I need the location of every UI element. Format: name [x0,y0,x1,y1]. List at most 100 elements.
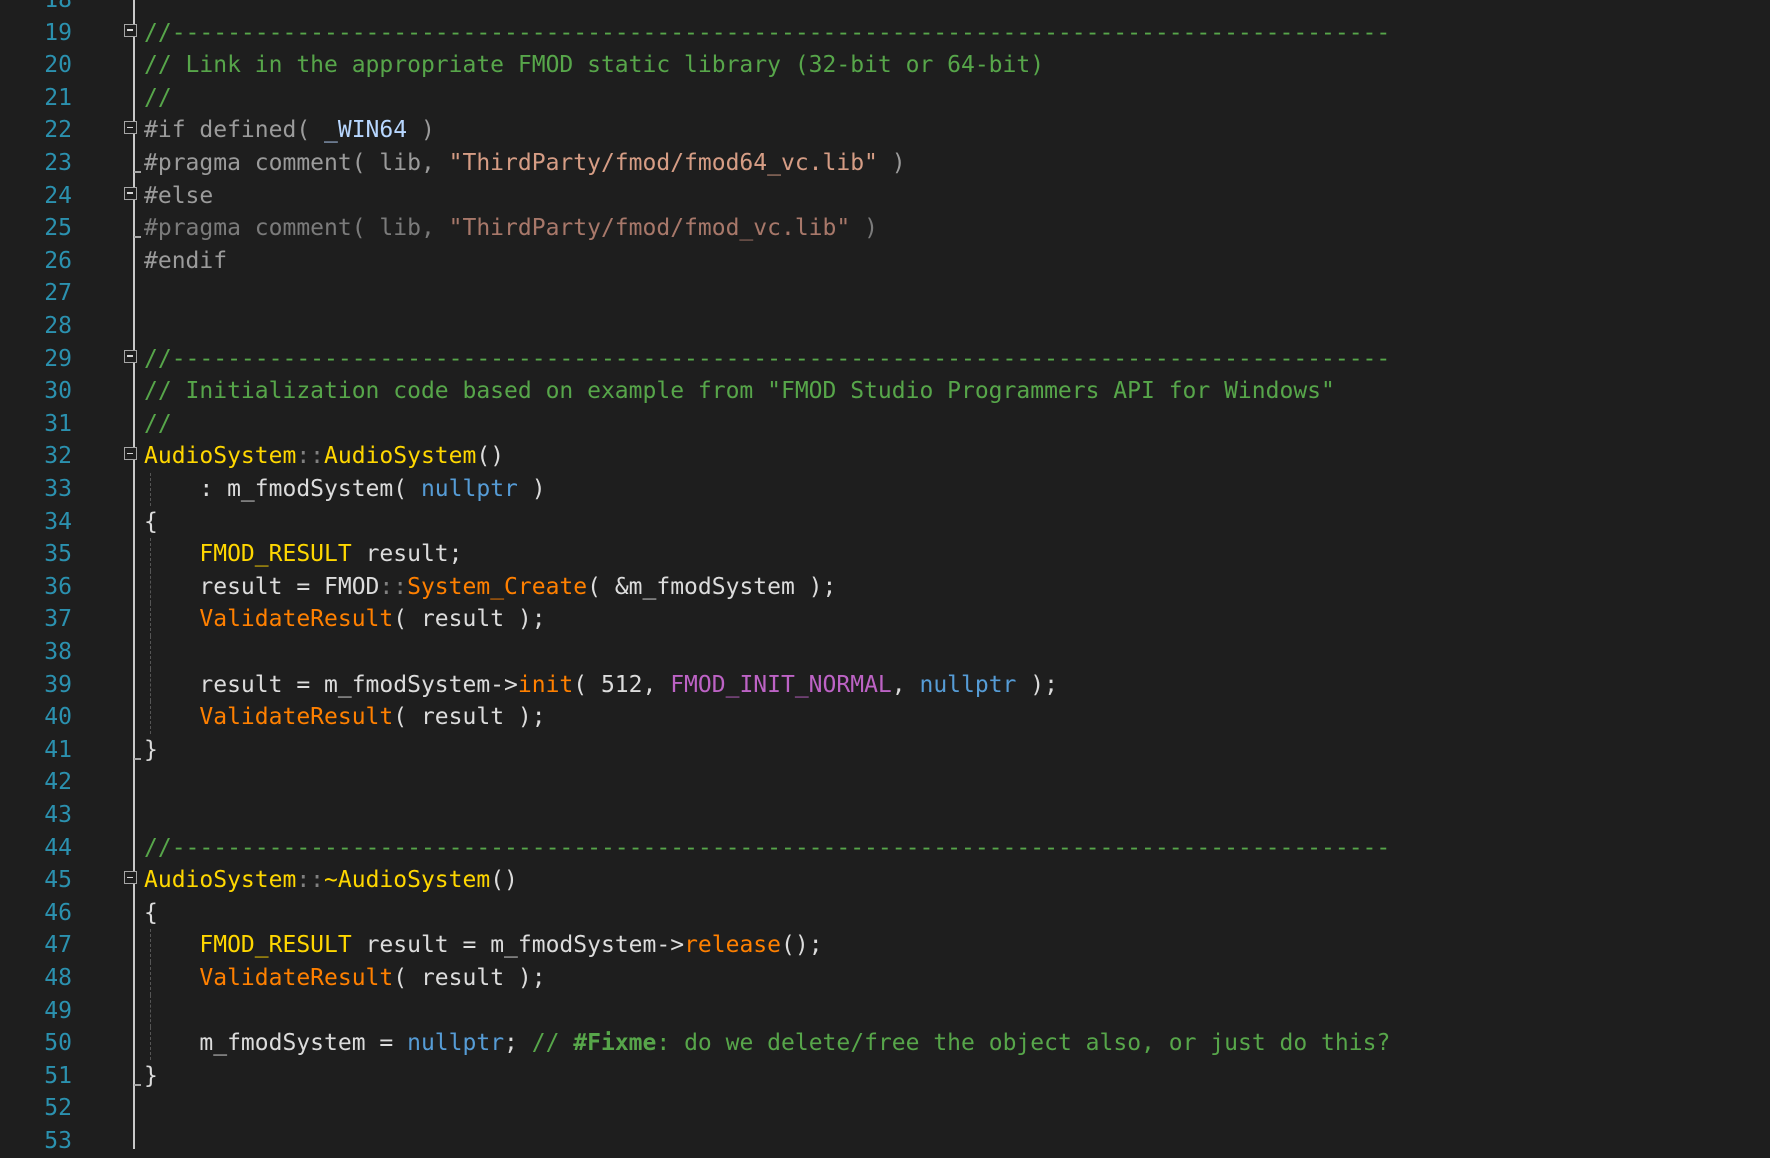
code-text[interactable]: #if defined( _WIN64 ) [144,114,435,147]
code-text[interactable]: // Link in the appropriate FMOD static l… [144,49,1044,82]
collapse-toggle-icon[interactable] [124,447,137,461]
code-line[interactable]: 28 [0,310,1770,343]
line-number: 30 [44,378,72,405]
code-text[interactable]: ValidateResult( result ); [144,701,545,734]
indent-guide [150,994,151,1028]
code-token: } [144,1062,158,1089]
code-text[interactable]: // Initialization code based on example … [144,375,1335,408]
code-text[interactable]: AudioSystem::~AudioSystem() [144,864,518,897]
code-text[interactable]: #else [144,180,213,213]
code-text[interactable]: #pragma comment( lib, "ThirdParty/fmod/f… [144,147,906,180]
code-text[interactable]: } [144,734,158,767]
line-number: 34 [44,508,72,535]
code-text[interactable]: ValidateResult( result ); [144,962,545,995]
code-line[interactable]: 36 result = FMOD::System_Create( &m_fmod… [0,570,1770,604]
code-line[interactable]: 44 //------------------------------------… [0,832,1770,865]
line-number: 29 [44,345,72,372]
code-line[interactable]: 27 [0,277,1770,310]
code-text[interactable]: #endif [144,245,227,278]
code-token: //--------------------------------------… [144,834,1391,861]
code-token: :: [296,443,325,470]
code-line[interactable]: 25 #pragma comment( lib, "ThirdParty/fmod… [0,212,1770,245]
code-token: ) [407,117,435,144]
collapse-toggle-icon[interactable] [124,349,137,363]
code-token: ) [517,476,546,502]
code-text[interactable]: //--------------------------------------… [144,832,1390,865]
code-line[interactable]: 32 AudioSystem::AudioSystem() [0,440,1770,473]
code-text[interactable]: // [144,82,172,115]
code-line[interactable]: 29 //------------------------------------… [0,343,1770,376]
code-text[interactable]: m_fmodSystem = nullptr; // #Fixme: do we… [144,1027,1390,1060]
collapse-toggle-icon[interactable] [124,871,137,885]
code-line[interactable]: 18 [0,0,1770,17]
code-line[interactable]: 35 FMOD_RESULT result; [0,538,1770,571]
line-number: 50 [44,1030,72,1057]
code-token: result = m_fmodSystem-> [351,932,685,959]
collapse-toggle-icon[interactable] [124,23,137,37]
code-line[interactable]: 31 // [0,408,1770,441]
code-token: init [517,671,574,698]
code-line[interactable]: 50 m_fmodSystem = nullptr; // #Fixme: do… [0,1027,1770,1060]
code-text[interactable]: // [144,408,172,441]
code-token: ValidateResult [199,965,394,991]
code-token: #if defined( [144,117,325,144]
code-text[interactable]: } [144,1060,158,1093]
code-line[interactable]: 23 #pragma comment( lib, "ThirdParty/fmod… [0,147,1770,180]
code-token: "ThirdParty/fmod/fmod_vc.lib" [448,215,851,242]
code-line[interactable]: 22 #if defined( _WIN64 ) [0,114,1770,147]
code-line[interactable]: 41} [0,734,1770,767]
code-text[interactable]: ValidateResult( result ); [144,603,545,636]
code-line[interactable]: 34 { [0,506,1770,539]
code-line[interactable]: 33 : m_fmodSystem( nullptr ) [0,473,1770,506]
code-token: nullptr [407,1030,505,1057]
code-line[interactable]: 39 result = m_fmodSystem->init( 512, FMO… [0,668,1770,702]
code-text[interactable]: //--------------------------------------… [144,17,1390,50]
code-token: : do we delete/free the object also, or … [656,1030,1391,1057]
code-token: "ThirdParty/fmod/fmod64_vc.lib" [448,150,878,176]
line-number: 27 [44,280,72,307]
line-number: 39 [44,671,72,698]
code-line[interactable]: 43 [0,799,1770,832]
code-token: () [476,443,505,470]
code-line[interactable]: 20 // Link in the appropriate FMOD static… [0,49,1770,82]
line-number: 20 [44,52,72,79]
code-text[interactable]: result = m_fmodSystem->init( 512, FMOD_I… [144,669,1058,702]
code-text[interactable]: FMOD_RESULT result = m_fmodSystem->relea… [144,929,822,962]
code-text[interactable]: result = FMOD::System_Create( &m_fmodSys… [144,571,836,604]
code-line[interactable]: 37 ValidateResult( result ); [0,603,1770,636]
code-line[interactable]: 48 ValidateResult( result ); [0,962,1770,995]
code-text[interactable]: FMOD_RESULT result; [144,538,462,571]
line-number: 23 [44,150,72,176]
collapse-toggle-icon[interactable] [124,121,137,135]
code-editor[interactable]: 18 19 //----------------------------------… [0,0,1770,1154]
line-number: 21 [44,84,72,111]
code-line[interactable]: 51} [0,1060,1770,1093]
code-line[interactable]: 47 FMOD_RESULT result = m_fmodSystem->re… [0,929,1770,962]
code-line[interactable]: 30 // Initialization code based on exampl… [0,375,1770,408]
code-line[interactable]: 45 AudioSystem::~AudioSystem() [0,864,1770,897]
code-text[interactable]: { [144,506,158,539]
code-text[interactable]: : m_fmodSystem( nullptr ) [144,473,546,506]
code-line[interactable]: 42 [0,766,1770,799]
code-line[interactable]: 21 // [0,82,1770,115]
code-text[interactable]: //--------------------------------------… [144,343,1390,376]
code-line[interactable]: 19 //------------------------------------… [0,17,1770,50]
code-line[interactable]: 26 #endif [0,245,1770,278]
code-line[interactable]: 40 ValidateResult( result ); [0,701,1770,734]
code-token: #pragma comment( lib, [144,150,449,176]
line-number: 37 [44,606,72,633]
code-line[interactable]: 46 { [0,897,1770,930]
code-line[interactable]: 38 [0,636,1770,669]
code-line[interactable]: 49 [0,994,1770,1028]
code-text[interactable]: { [144,897,158,930]
code-text[interactable]: AudioSystem::AudioSystem() [144,440,504,473]
code-line[interactable]: 52 [0,1092,1770,1125]
code-text[interactable]: #pragma comment( lib, "ThirdParty/fmod/f… [144,212,878,245]
code-line[interactable]: 24 #else [0,180,1770,213]
collapse-toggle-icon[interactable] [124,186,137,200]
code-line[interactable]: 53 [0,1125,1770,1158]
